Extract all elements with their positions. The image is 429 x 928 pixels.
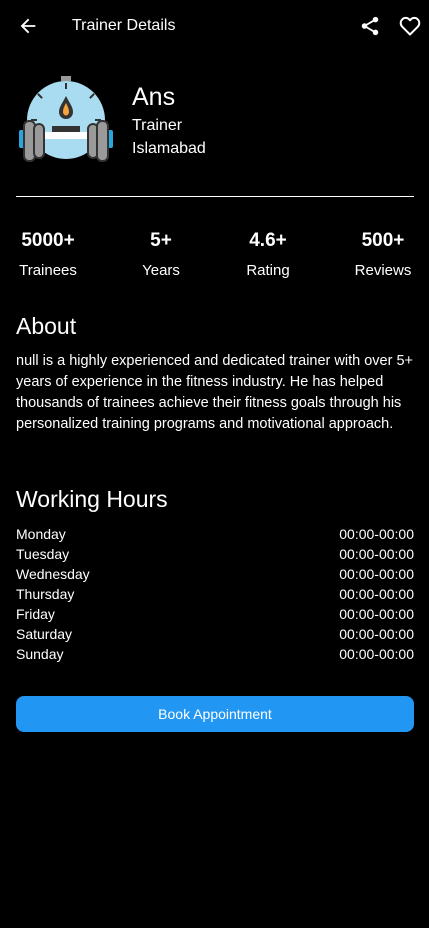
day-label: Monday [16, 526, 66, 542]
hours-value: 00:00-00:00 [339, 546, 414, 562]
heart-outline-icon [399, 16, 421, 36]
day-label: Saturday [16, 626, 73, 642]
stat-label: Trainees [19, 262, 77, 279]
hours-value: 00:00-00:00 [339, 606, 414, 622]
stat-reviews: 500+ Reviews [328, 230, 429, 280]
stat-trainees: 5000+ Trainees [0, 230, 103, 280]
hours-value: 00:00-00:00 [339, 626, 414, 642]
stat-value: 4.6+ [249, 230, 287, 251]
divider [16, 196, 414, 197]
day-label: Tuesday [16, 546, 70, 562]
about-heading: About [16, 313, 77, 339]
trainer-avatar [16, 74, 116, 168]
stat-label: Years [142, 262, 180, 279]
stat-label: Rating [246, 262, 290, 279]
list-item: Tuesday 00:00-00:00 [16, 544, 414, 564]
list-item: Monday 00:00-00:00 [16, 524, 414, 544]
app-bar: Trainer Details [0, 0, 429, 52]
dumbbell-stopwatch-icon [19, 76, 113, 162]
stat-value: 5+ [150, 230, 172, 251]
stat-value: 500+ [361, 230, 405, 251]
day-label: Friday [16, 606, 55, 622]
list-item: Thursday 00:00-00:00 [16, 584, 414, 604]
list-item: Sunday 00:00-00:00 [16, 644, 414, 664]
favorite-button[interactable] [396, 12, 424, 40]
back-button[interactable] [14, 12, 42, 40]
about-text: null is a highly experienced and dedicat… [16, 353, 413, 432]
list-item: Saturday 00:00-00:00 [16, 624, 414, 644]
hours-value: 00:00-00:00 [339, 566, 414, 582]
working-hours-heading: Working Hours [16, 486, 168, 512]
stat-years: 5+ Years [106, 230, 216, 280]
stat-rating: 4.6+ Rating [213, 230, 323, 280]
list-item: Wednesday 00:00-00:00 [16, 564, 414, 584]
page-title: Trainer Details [72, 17, 176, 34]
day-label: Thursday [16, 586, 75, 602]
day-label: Sunday [16, 646, 64, 662]
hours-value: 00:00-00:00 [339, 586, 414, 602]
hours-value: 00:00-00:00 [339, 646, 414, 662]
trainer-role: Trainer [132, 117, 183, 134]
hours-value: 00:00-00:00 [339, 526, 414, 542]
day-label: Wednesday [16, 566, 90, 582]
trainer-name: Ans [132, 83, 176, 111]
stat-value: 5000+ [21, 230, 75, 251]
trainer-location: Islamabad [132, 140, 206, 157]
working-hours-list: Monday 00:00-00:00 Tuesday 00:00-00:00 W… [16, 524, 414, 664]
share-button[interactable] [356, 12, 384, 40]
stat-label: Reviews [354, 262, 412, 279]
list-item: Friday 00:00-00:00 [16, 604, 414, 624]
share-icon [361, 16, 379, 36]
arrow-back-icon [20, 18, 36, 34]
book-appointment-button[interactable]: Book Appointment [16, 696, 414, 732]
